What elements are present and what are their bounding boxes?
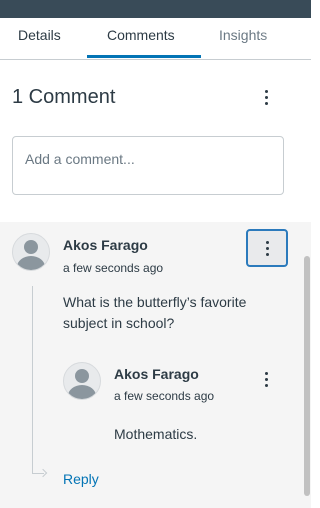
reply-text: Mothematics. [114, 426, 198, 442]
comments-options-icon[interactable] [265, 90, 269, 108]
scrollbar[interactable] [301, 222, 311, 508]
kebab-menu-icon [266, 241, 270, 259]
scrollbar-thumb[interactable] [304, 256, 310, 496]
tab-details[interactable]: Details [18, 18, 61, 59]
comment-author[interactable]: Akos Farago [63, 237, 148, 253]
comments-count-title: 1 Comment [12, 86, 116, 108]
reply-author[interactable]: Akos Farago [114, 366, 199, 382]
comment-options-button[interactable] [246, 229, 288, 267]
reply-link[interactable]: Reply [63, 471, 99, 487]
reply-timestamp: a few seconds ago [114, 389, 215, 403]
top-bar [0, 0, 311, 18]
comment-text: What is the butterfly’s favorite subject… [63, 294, 247, 331]
avatar [63, 362, 101, 400]
active-tab-indicator [87, 55, 201, 58]
tab-overflow-fade [260, 18, 311, 58]
reply-options-icon[interactable] [265, 372, 269, 390]
add-comment-input[interactable]: Add a comment... [12, 136, 284, 195]
avatar [12, 233, 50, 271]
tab-comments[interactable]: Comments [107, 18, 175, 59]
thread-line [32, 286, 33, 474]
comment-timestamp: a few seconds ago [63, 261, 164, 275]
